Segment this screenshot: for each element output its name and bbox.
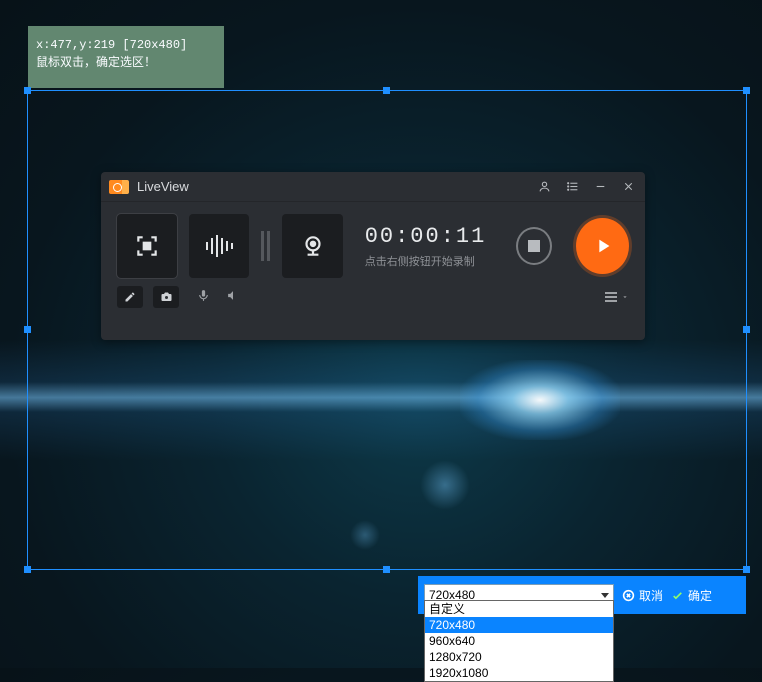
microphone-button[interactable] xyxy=(197,288,210,306)
resize-handle-bottom-left[interactable] xyxy=(24,566,31,573)
record-button[interactable] xyxy=(576,218,629,274)
liveview-logo-icon xyxy=(109,180,129,194)
ok-label: 确定 xyxy=(688,587,712,604)
selection-tooltip: x:477,y:219 [720x480] 鼠标双击，确定选区！ xyxy=(28,26,224,88)
cancel-x-icon xyxy=(622,589,635,602)
pencil-icon xyxy=(124,291,136,303)
cancel-label: 取消 xyxy=(639,587,663,604)
speaker-icon xyxy=(226,289,240,302)
liveview-footer xyxy=(101,286,645,318)
close-icon[interactable] xyxy=(621,180,635,193)
timer-display: 00:00:11 xyxy=(365,224,487,249)
hamburger-icon xyxy=(605,292,617,302)
play-icon xyxy=(592,235,614,257)
tooltip-coords: x:477,y:219 [720x480] xyxy=(36,36,216,54)
resize-handle-top-mid[interactable] xyxy=(383,87,390,94)
liveview-body: 00:00:11 点击右侧按钮开始录制 xyxy=(101,202,645,286)
edit-button[interactable] xyxy=(117,286,143,308)
resolution-option[interactable]: 1920x1080 xyxy=(425,665,613,681)
resize-handle-bottom-mid[interactable] xyxy=(383,566,390,573)
checkmark-icon xyxy=(671,589,684,602)
liveview-panel: LiveView 00:00:11 xyxy=(101,172,645,340)
camera-button[interactable] xyxy=(153,286,179,308)
resize-handle-bottom-right[interactable] xyxy=(743,566,750,573)
speaker-button[interactable] xyxy=(226,289,240,305)
resolution-option[interactable]: 1280x720 xyxy=(425,649,613,665)
separator-bars-icon xyxy=(261,214,270,278)
resolution-option[interactable]: 720x480 xyxy=(425,617,613,633)
liveview-titlebar[interactable]: LiveView xyxy=(101,172,645,202)
resolution-dropdown[interactable]: 自定义720x480960x6401280x7201920x1080 xyxy=(424,600,614,682)
stop-icon xyxy=(528,240,540,252)
resolution-option[interactable]: 自定义 xyxy=(425,601,613,617)
audio-waveform-button[interactable] xyxy=(189,214,249,278)
camera-icon xyxy=(160,291,173,303)
tooltip-hint: 鼠标双击，确定选区！ xyxy=(36,54,216,72)
stop-button[interactable] xyxy=(516,227,552,265)
resize-handle-top-right[interactable] xyxy=(743,87,750,94)
resolution-option[interactable]: 960x640 xyxy=(425,633,613,649)
timer-block: 00:00:11 点击右侧按钮开始录制 xyxy=(365,224,487,269)
list-icon[interactable] xyxy=(565,180,579,193)
user-icon[interactable] xyxy=(537,180,551,193)
cancel-button[interactable]: 取消 xyxy=(622,587,663,604)
settings-menu-button[interactable] xyxy=(605,292,629,302)
webcam-button[interactable] xyxy=(282,214,342,278)
region-capture-button[interactable] xyxy=(117,214,177,278)
timer-hint: 点击右侧按钮开始录制 xyxy=(365,253,487,269)
microphone-icon xyxy=(197,288,210,303)
resize-handle-mid-left[interactable] xyxy=(24,326,31,333)
resize-handle-top-left[interactable] xyxy=(24,87,31,94)
resize-handle-mid-right[interactable] xyxy=(743,326,750,333)
chevron-down-icon xyxy=(621,293,629,301)
liveview-title: LiveView xyxy=(137,179,537,194)
minimize-icon[interactable] xyxy=(593,180,607,193)
ok-button[interactable]: 确定 xyxy=(671,587,712,604)
